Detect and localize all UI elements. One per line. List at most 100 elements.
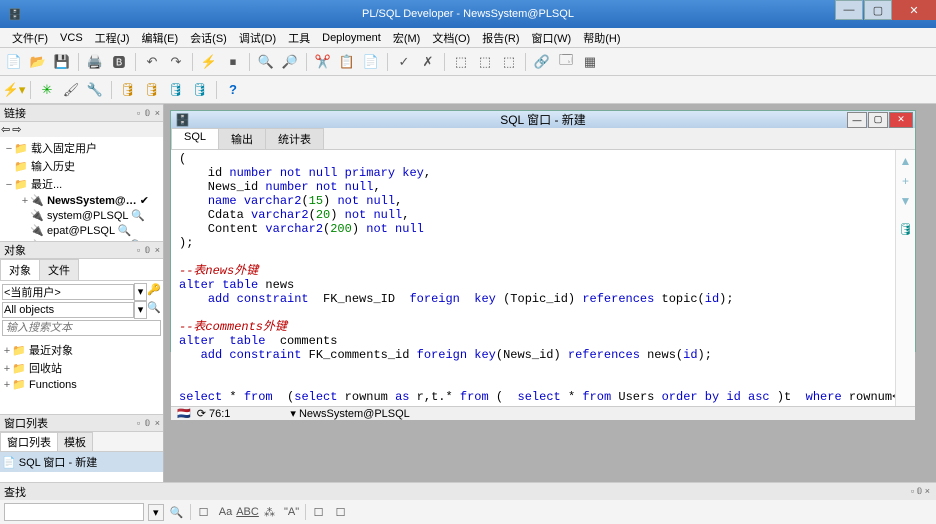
tree-item[interactable]: 🔌 system@PLSQL 🔍 bbox=[2, 208, 161, 223]
windowlist-item[interactable]: 📄 SQL 窗口 - 新建 bbox=[0, 452, 163, 472]
connections-panel-header[interactable]: 链接▫ 𝟘 × bbox=[0, 104, 163, 122]
sql-tab[interactable]: 输出 bbox=[218, 128, 266, 149]
object-tab[interactable]: 文件 bbox=[39, 259, 79, 280]
gear-icon[interactable]: ✳ bbox=[37, 80, 57, 100]
menu-item[interactable]: 窗口(W) bbox=[526, 28, 578, 48]
windowlist[interactable]: 📄 SQL 窗口 - 新建 bbox=[0, 452, 163, 482]
db2-icon[interactable]: 🛢 bbox=[142, 80, 162, 100]
db4-icon[interactable]: 🛢 bbox=[190, 80, 210, 100]
tree-item[interactable]: +📁 Functions bbox=[2, 377, 161, 392]
save-icon[interactable]: 💾 bbox=[52, 52, 72, 72]
menu-item[interactable]: Deployment bbox=[316, 30, 387, 46]
undo-icon[interactable]: ↶ bbox=[142, 52, 162, 72]
cut-icon[interactable]: ✂️ bbox=[313, 52, 333, 72]
db1-icon[interactable]: 🛢 bbox=[118, 80, 138, 100]
tree-item[interactable]: +🔌 NewsSystem@… ✔ bbox=[2, 193, 161, 208]
run-icon[interactable]: ⚡▾ bbox=[4, 80, 24, 100]
open-icon[interactable]: 📂 bbox=[28, 52, 48, 72]
user-action-icon[interactable]: 🔑 bbox=[147, 283, 161, 301]
gutter-up-icon[interactable]: ▲ bbox=[900, 154, 912, 168]
paste-icon[interactable]: 📄 bbox=[361, 52, 381, 72]
menu-item[interactable]: 会话(S) bbox=[184, 28, 233, 48]
object-tab[interactable]: 对象 bbox=[0, 259, 40, 280]
stop-icon[interactable]: ⏹ bbox=[223, 52, 243, 72]
wrench-icon[interactable]: 🔧 bbox=[85, 80, 105, 100]
conn-left-icon[interactable]: ⇦ bbox=[1, 123, 10, 136]
sql-tab[interactable]: 统计表 bbox=[265, 128, 324, 149]
sql-editor[interactable]: ( id number not null primary key, News_i… bbox=[171, 150, 895, 406]
tree-item[interactable]: 📁 输入历史 bbox=[2, 157, 161, 175]
tree-item[interactable]: +📁 回收站 bbox=[2, 359, 161, 377]
search-opt3-icon[interactable]: ☐ bbox=[332, 503, 350, 521]
search-panel-header[interactable]: 查找▫ 𝟘 × bbox=[0, 482, 936, 500]
gutter-down-icon[interactable]: ▼ bbox=[900, 194, 912, 208]
abc-icon[interactable]: ABC bbox=[239, 503, 257, 521]
menu-item[interactable]: 帮助(H) bbox=[577, 28, 626, 48]
menu-item[interactable]: 工程(J) bbox=[89, 28, 136, 48]
tool2-icon[interactable]: ⬚ bbox=[499, 52, 519, 72]
winlist-tab[interactable]: 模板 bbox=[57, 432, 93, 451]
tree-item[interactable]: +📁 最近对象 bbox=[2, 341, 161, 359]
search-dropdown-icon[interactable]: ▾ bbox=[148, 504, 164, 521]
menu-item[interactable]: 文件(F) bbox=[6, 28, 54, 48]
menu-item[interactable]: 宏(M) bbox=[387, 28, 427, 48]
tree-item[interactable]: 🔌 epat@PLSQL 🔍 bbox=[2, 223, 161, 238]
case-icon[interactable]: Aa bbox=[217, 503, 235, 521]
execute-icon[interactable]: ⚡ bbox=[199, 52, 219, 72]
search-opt2-icon[interactable]: ☐ bbox=[310, 503, 328, 521]
dock-controls-3[interactable]: ▫ 𝟘 × bbox=[137, 418, 161, 429]
copy-icon[interactable]: 📋 bbox=[337, 52, 357, 72]
regex-icon[interactable]: ⁂ bbox=[261, 503, 279, 521]
dock-controls[interactable]: ▫ 𝟘 × bbox=[137, 108, 161, 119]
search-input[interactable] bbox=[4, 503, 144, 521]
redo-icon[interactable]: ↷ bbox=[166, 52, 186, 72]
dock-controls-2[interactable]: ▫ 𝟘 × bbox=[137, 245, 161, 256]
menu-item[interactable]: 编辑(E) bbox=[136, 28, 185, 48]
win-icon[interactable]: 🗔 bbox=[556, 52, 576, 72]
sqlwin-max-button[interactable]: ▢ bbox=[868, 112, 888, 128]
objects-tree[interactable]: +📁 最近对象+📁 回收站+📁 Functions bbox=[0, 339, 163, 414]
bold-icon[interactable]: 🅱 bbox=[109, 52, 129, 72]
search-go-icon[interactable]: 🔍 bbox=[168, 503, 186, 521]
windowlist-panel-header[interactable]: 窗口列表▫ 𝟘 × bbox=[0, 414, 163, 432]
object-search-input[interactable] bbox=[2, 320, 161, 336]
user-dropdown[interactable] bbox=[2, 284, 134, 300]
rollback-icon[interactable]: ✗ bbox=[418, 52, 438, 72]
refresh-icon[interactable]: ⟳ bbox=[197, 407, 206, 420]
conn-right-icon[interactable]: ⇨ bbox=[12, 123, 21, 136]
sqlwin-min-button[interactable]: — bbox=[847, 112, 867, 128]
filter-dropdown[interactable] bbox=[2, 302, 134, 318]
filter-action-icon[interactable]: 🔍 bbox=[147, 301, 161, 319]
findnext-icon[interactable]: 🔎 bbox=[280, 52, 300, 72]
tool-icon[interactable]: ⬚ bbox=[475, 52, 495, 72]
sql-tab[interactable]: SQL bbox=[171, 128, 219, 149]
gutter-plus-icon[interactable]: + bbox=[902, 174, 909, 188]
find-icon[interactable]: 🔍 bbox=[256, 52, 276, 72]
db3-icon[interactable]: 🛢 bbox=[166, 80, 186, 100]
print-icon[interactable]: 🖨️ bbox=[85, 52, 105, 72]
search-opt1-icon[interactable]: ☐ bbox=[195, 503, 213, 521]
help-icon[interactable]: ? bbox=[223, 80, 243, 100]
maximize-button[interactable]: ▢ bbox=[864, 0, 892, 20]
tree-item[interactable]: −📁 最近... bbox=[2, 175, 161, 193]
menu-item[interactable]: 调试(D) bbox=[233, 28, 282, 48]
grid-icon[interactable]: ▦ bbox=[580, 52, 600, 72]
close-button[interactable]: ✕ bbox=[892, 0, 936, 20]
connections-tree[interactable]: −📁 载入固定用户 📁 输入历史−📁 最近...+🔌 NewsSystem@… … bbox=[0, 137, 163, 241]
commit-icon[interactable]: ✓ bbox=[394, 52, 414, 72]
minimize-button[interactable]: — bbox=[835, 0, 863, 20]
gutter-db-icon[interactable]: 🛢 bbox=[898, 222, 913, 236]
connect-icon[interactable]: 🔗 bbox=[532, 52, 552, 72]
explain-icon[interactable]: ⬚ bbox=[451, 52, 471, 72]
menu-item[interactable]: 工具 bbox=[282, 28, 316, 48]
new-icon[interactable]: 📄 bbox=[4, 52, 24, 72]
sqlwin-close-button[interactable]: ✕ bbox=[889, 112, 913, 128]
menu-item[interactable]: VCS bbox=[54, 30, 89, 46]
winlist-tab[interactable]: 窗口列表 bbox=[0, 432, 58, 451]
menu-item[interactable]: 报告(R) bbox=[476, 28, 525, 48]
menu-item[interactable]: 文档(O) bbox=[426, 28, 476, 48]
dock-controls-4[interactable]: ▫ 𝟘 × bbox=[911, 486, 930, 497]
sql-window-titlebar[interactable]: 🗄️ SQL 窗口 - 新建 — ▢ ✕ bbox=[171, 111, 915, 128]
objects-panel-header[interactable]: 对象▫ 𝟘 × bbox=[0, 241, 163, 259]
whole-icon[interactable]: "A" bbox=[283, 503, 301, 521]
